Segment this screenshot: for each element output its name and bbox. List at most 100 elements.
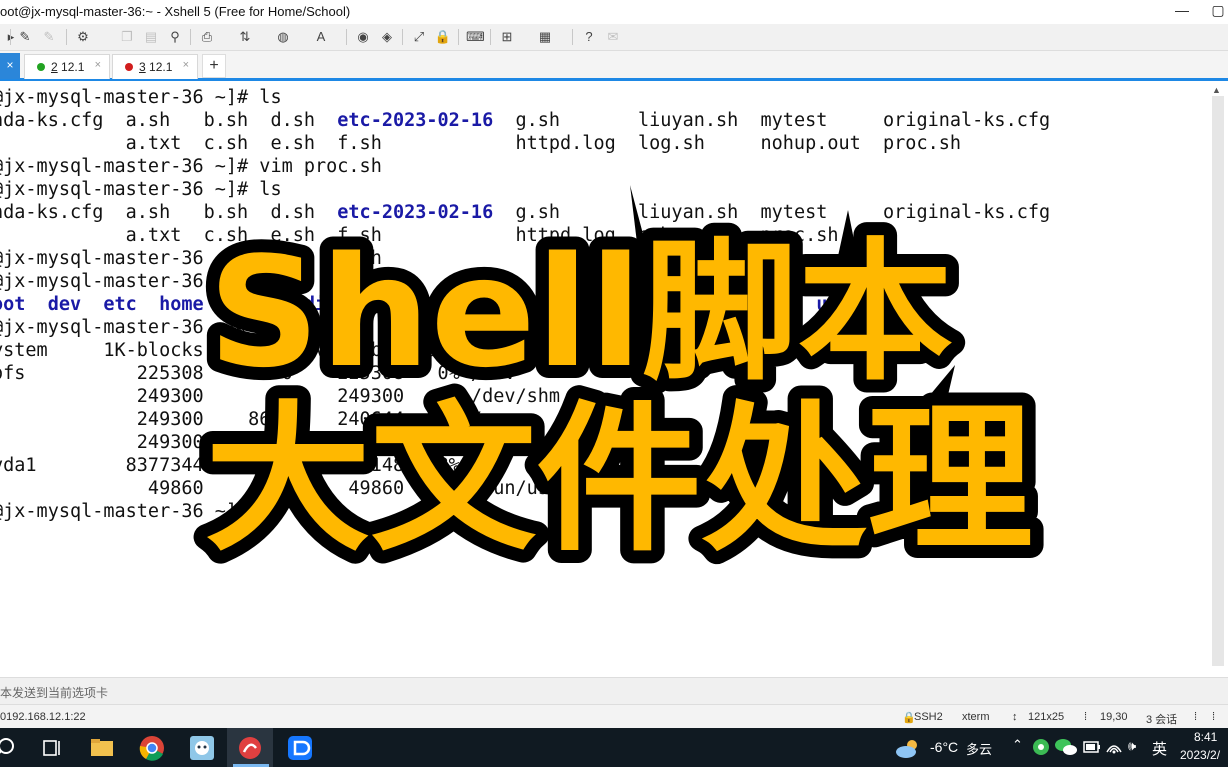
dingtalk-icon[interactable] xyxy=(286,734,314,762)
weather-desc[interactable]: 多云 xyxy=(966,739,992,758)
terminal-line: vda1 8377344 1457196 6920148 18% / xyxy=(0,454,482,477)
clock-time[interactable]: 8:41 xyxy=(1194,730,1217,744)
send-to-tab-input[interactable]: 本发送到当前选项卡 xyxy=(0,677,1228,704)
copy-icon: ❐ xyxy=(121,29,133,44)
fullscreen-icon[interactable]: ⤢ xyxy=(410,28,428,46)
scrollbar[interactable] xyxy=(1212,96,1224,666)
terminal-output[interactable]: @jx-mysql-master-36 ~]# ls nda-ks.cfg a.s… xyxy=(0,82,1210,672)
tab-session-3[interactable]: 3 12.1 × xyxy=(112,54,198,79)
layout-icon[interactable]: ▦ xyxy=(536,28,554,46)
tab-label: 3 12.1 xyxy=(139,60,173,74)
terminal-text: g.sh liuyan.sh mytest original-ks.cfg xyxy=(493,110,1051,131)
directory-name: media xyxy=(281,294,338,315)
app-tray-icon[interactable] xyxy=(1030,736,1052,758)
terminal-text: nda-ks.cfg a.sh b.sh d.sh xyxy=(0,202,338,223)
session-count: 3 会话 xyxy=(1146,714,1178,726)
terminal-text: @jx-mysql-master-36 ~]# ls / xyxy=(0,271,304,292)
caps-indicator: ⁞ xyxy=(1194,711,1198,723)
terminal-text: a.txt c.sh e.sh f.sh httpd.log log.sh no… xyxy=(0,133,962,154)
cursor-icon: ⁞ xyxy=(1084,711,1088,723)
directory-name: etc xyxy=(103,294,137,315)
search-icon[interactable] xyxy=(0,734,22,762)
task-view-icon[interactable] xyxy=(38,734,66,762)
terminal-text: 49860 0 49860 0% /run/user/0 xyxy=(0,478,594,499)
terminal-line: @jx-mysql-master-36 ~]# df xyxy=(0,316,282,339)
find-icon[interactable]: ⚲ xyxy=(166,28,184,46)
toolbar-separator xyxy=(190,29,191,45)
pen-icon[interactable]: ✎ xyxy=(16,28,34,46)
terminal-line: @jx-mysql-master-36 ~]# ls xyxy=(0,178,282,201)
help-icon[interactable]: ? xyxy=(580,28,598,46)
battery-icon[interactable] xyxy=(1082,736,1102,758)
directory-name: etc-2023-02-16 xyxy=(337,110,494,131)
terminal-line: @jx-mysql-master-36 ~]# ls / xyxy=(0,270,304,293)
transfer-icon[interactable]: ⇅ xyxy=(236,28,254,46)
terminal-line: @jx-mysql-master-36 ~]# f.sh xyxy=(0,247,382,270)
wifi-icon[interactable] xyxy=(1104,736,1124,758)
xftp-icon[interactable]: ◉ xyxy=(354,28,372,46)
keyboard-icon[interactable]: ⌨ xyxy=(466,28,485,46)
terminal-line: ofs 225308 0 225308 0% /dev xyxy=(0,362,515,385)
terminal-text: ofs 225308 0 225308 0% /dev xyxy=(0,363,516,384)
scroll-up-icon[interactable]: ▲ xyxy=(1212,85,1221,95)
toolbar: ▸ ✎ ✎ ⚙ ❐ ▤ ⚲ ⎙ ⇅ ◍ A ◉ ◈ ⤢ 🔒 ⌨ ⊞ ▦ ? ✉ xyxy=(0,24,1228,51)
print-icon[interactable]: ⎙ xyxy=(198,28,216,46)
num-indicator: ⁞ xyxy=(1212,711,1216,723)
terminal-text: 249300 0 249300 0% /dev/shm xyxy=(0,386,561,407)
weather-icon[interactable] xyxy=(894,734,922,762)
tab-label: 2 12.1 xyxy=(51,60,85,74)
font-icon[interactable]: A xyxy=(312,28,330,46)
status-bar: 0192.168.12.1:22 🔒 SSH2 xterm ↕ 121x25 ⁞… xyxy=(0,704,1228,729)
globe-icon[interactable]: ◍ xyxy=(274,28,292,46)
clock-date[interactable]: 2023/2/ xyxy=(1180,748,1220,762)
close-icon[interactable]: × xyxy=(95,59,101,71)
toolbar-separator xyxy=(346,29,347,45)
chat-icon: ✉ xyxy=(607,29,619,44)
terminal-line: a.txt c.sh e.sh f.sh httpd.log nohup.out… xyxy=(0,224,839,247)
add-icon[interactable]: ⊞ xyxy=(498,28,516,46)
restore-button[interactable]: ▢ xyxy=(1208,2,1228,19)
terminal-size-icon: ↕ xyxy=(1012,711,1018,723)
terminal-text: nda-ks.cfg a.sh b.sh d.sh xyxy=(0,110,338,131)
terminal-text: 249300 0 249300 0% /sys/fs/cgroup xyxy=(0,432,627,453)
volume-icon[interactable]: 🕪 xyxy=(1128,738,1136,754)
terminal-text: @jx-mysql-master-36 ~]# vim proc.sh xyxy=(0,156,382,177)
terminal-text: g.sh liuyan.sh mytest original-ks.cfg xyxy=(493,202,1051,223)
directory-name: dev xyxy=(47,294,82,315)
terminal-text: a.txt c.sh e.sh f.sh httpd.log nohup.out… xyxy=(0,225,839,246)
close-tab-icon[interactable]: × xyxy=(0,53,20,79)
xshell-icon[interactable]: ◈ xyxy=(378,28,396,46)
chrome-icon[interactable] xyxy=(138,734,166,762)
paste-icon: ▤ xyxy=(144,29,158,44)
windows-taskbar: -6°C 多云 ⌃ 🕪 英 8:41 2023/2/ xyxy=(0,728,1228,767)
disconnected-status-icon xyxy=(125,63,133,71)
minimize-button[interactable]: — xyxy=(1172,2,1192,18)
close-icon[interactable]: × xyxy=(183,59,189,71)
new-tab-button[interactable]: + xyxy=(202,54,226,78)
connected-status-icon xyxy=(37,63,45,71)
cursor-position: 19,30 xyxy=(1100,711,1128,723)
tab-session-2[interactable]: 2 12.1 × xyxy=(24,54,110,79)
properties-icon[interactable]: ⚙ xyxy=(74,28,92,46)
toolbar-separator xyxy=(572,29,573,45)
terminal-line: nda-ks.cfg a.sh b.sh d.sh etc-2023-02-16… xyxy=(0,109,1050,132)
window-title: oot@jx-mysql-master-36:~ - Xshell 5 (Fre… xyxy=(0,4,351,19)
wechat-icon[interactable] xyxy=(1054,736,1078,758)
chevron-up-icon[interactable]: ⌃ xyxy=(1012,737,1023,753)
lock-icon[interactable]: 🔒 xyxy=(434,28,452,46)
app-character-icon[interactable] xyxy=(188,734,216,762)
terminal-text: @jx-mysql-master-36 ~]# f.sh xyxy=(0,248,382,269)
toolbar-separator xyxy=(402,29,403,45)
ime-indicator[interactable]: 英 xyxy=(1152,738,1167,759)
xshell-app-icon[interactable] xyxy=(236,734,264,762)
toolbar-separator xyxy=(458,29,459,45)
terminal-text: @jx-mysql-master-36 ~]# ls xyxy=(0,87,282,108)
directory-name: proc xyxy=(415,294,460,315)
weather-temp[interactable]: -6°C xyxy=(930,739,958,755)
directory-name: run xyxy=(649,294,683,315)
terminal-line: 49860 0 49860 0% /run/user/0 xyxy=(0,477,594,500)
file-explorer-icon[interactable] xyxy=(88,734,116,762)
